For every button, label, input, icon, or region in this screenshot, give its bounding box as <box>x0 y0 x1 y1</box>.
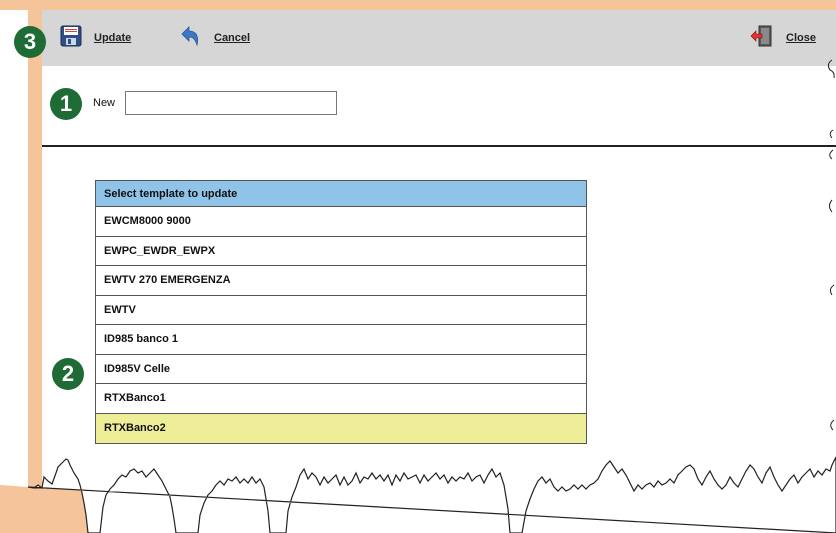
callout-badge-template-list: 2 <box>52 358 84 390</box>
cancel-label: Cancel <box>214 32 251 44</box>
template-item-selected[interactable]: RTXBanco2 <box>96 413 586 443</box>
template-item[interactable]: EWTV <box>96 295 586 325</box>
new-template-label: New <box>93 97 116 109</box>
section-divider <box>42 145 836 147</box>
template-item[interactable]: RTXBanco1 <box>96 384 586 414</box>
template-item[interactable]: EWTV 270 EMERGENZA <box>96 266 586 296</box>
template-item[interactable]: EWPC_EWDR_EWPX <box>96 236 586 266</box>
frame-left-border <box>28 0 42 533</box>
callout-badge-toolbar: 3 <box>14 26 46 58</box>
torn-edge-right <box>827 59 835 431</box>
template-item[interactable]: EWCM8000 9000 <box>96 207 586 237</box>
template-list-header: Select template to update <box>96 181 586 207</box>
callout-badge-new-field: 1 <box>50 88 82 120</box>
cancel-button[interactable]: Cancel <box>178 10 250 66</box>
template-list: Select template to update EWCM8000 9000 … <box>95 180 587 444</box>
undo-arrow-icon <box>178 24 202 53</box>
new-template-input[interactable] <box>125 91 337 115</box>
frame-top-border <box>0 0 836 10</box>
toolbar: Update Cancel Close <box>42 10 836 66</box>
template-item[interactable]: ID985V Celle <box>96 354 586 384</box>
close-button[interactable]: Close <box>750 10 816 66</box>
template-item[interactable]: ID985 banco 1 <box>96 325 586 355</box>
exit-door-icon <box>750 24 774 53</box>
update-label: Update <box>94 32 132 44</box>
torn-paper-edge <box>0 456 836 533</box>
floppy-disk-icon <box>60 25 82 52</box>
close-label: Close <box>786 32 816 44</box>
update-button[interactable]: Update <box>60 10 131 66</box>
